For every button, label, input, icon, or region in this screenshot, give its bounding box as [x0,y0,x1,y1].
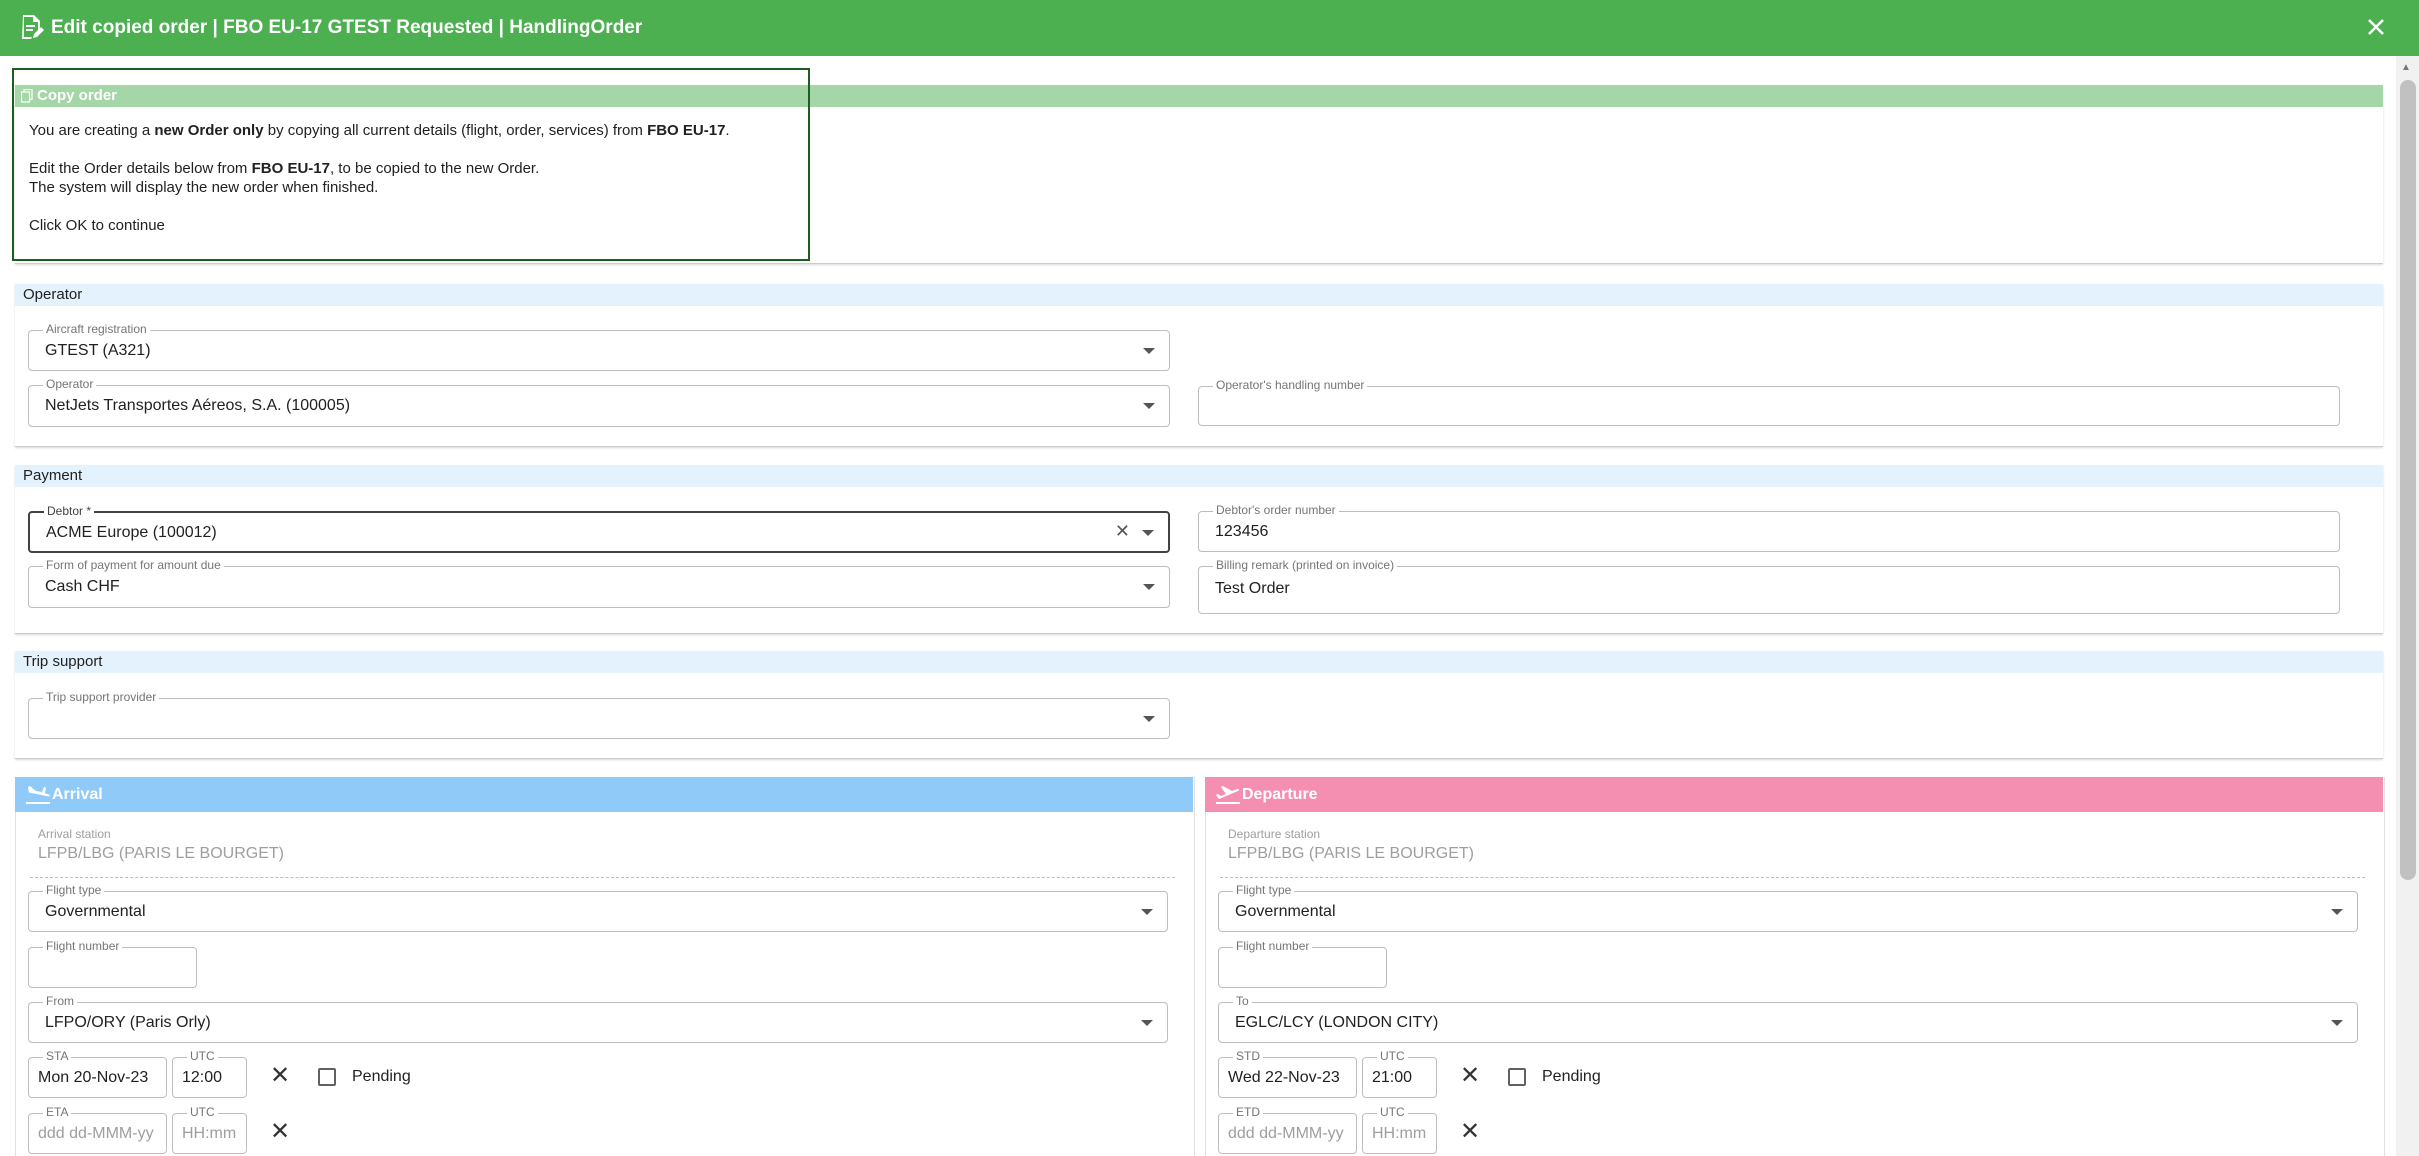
trip-support-heading: Trip support [15,651,2383,673]
departure-flight-number-input[interactable]: Flight number [1218,939,1387,988]
sta-date-input[interactable]: STA Mon 20-Nov-23 [28,1049,167,1098]
clear-std-icon[interactable]: ✕ [1460,1064,1480,1088]
chevron-down-icon[interactable] [2331,1020,2343,1026]
debtor-select[interactable]: Debtor * ACME Europe (100012) ✕ [28,504,1170,553]
arrival-station-field: Arrival station LFPB/LBG (PARIS LE BOURG… [30,827,1175,878]
departure-flight-type-select[interactable]: Flight type Governmental [1218,883,2358,932]
departure-band: Departure [1205,777,2383,812]
operator-heading: Operator [15,284,2383,306]
departure-to-select[interactable]: To EGLC/LCY (LONDON CITY) [1218,994,2358,1043]
operator-select[interactable]: Operator NetJets Transportes Aéreos, S.A… [28,377,1170,427]
clear-etd-icon[interactable]: ✕ [1460,1120,1480,1144]
arrival-flight-type-select[interactable]: Flight type Governmental [28,883,1168,932]
operator-handling-number-input[interactable]: Operator's handling number [1198,378,2340,426]
edit-document-icon [22,15,44,39]
highlight-frame [12,68,810,261]
chevron-down-icon[interactable] [1143,584,1155,590]
departure-pending-label: Pending [1542,1068,1601,1085]
eta-date-input[interactable]: ETA ddd dd-MMM-yy [28,1105,167,1154]
chevron-down-icon[interactable] [1141,909,1153,915]
flight-takeoff-icon [1216,786,1240,804]
close-icon[interactable] [2363,14,2389,40]
flight-land-icon [26,786,50,804]
payment-form-select[interactable]: Form of payment for amount due Cash CHF [28,558,1170,608]
clear-eta-icon[interactable]: ✕ [270,1120,290,1144]
debtor-order-number-input[interactable]: Debtor's order number 123456 [1198,503,2340,552]
dialog-title: Edit copied order | FBO EU-17 GTEST Requ… [51,17,643,38]
std-utc-input[interactable]: UTC 21:00 [1362,1049,1437,1098]
chevron-down-icon[interactable] [1143,403,1155,409]
arrival-pending-label: Pending [352,1068,411,1085]
chevron-down-icon[interactable] [1143,348,1155,354]
etd-utc-input[interactable]: UTC HH:mm [1362,1105,1437,1154]
trip-support-provider-select[interactable]: Trip support provider [28,690,1170,739]
departure-station-field: Departure station LFPB/LBG (PARIS LE BOU… [1220,827,2365,878]
scroll-up-arrow[interactable]: ▲ [2401,62,2411,73]
departure-heading: Departure [1242,786,1318,803]
aircraft-registration-select[interactable]: Aircraft registration GTEST (A321) [28,322,1170,371]
eta-utc-input[interactable]: UTC HH:mm [172,1105,247,1154]
clear-sta-icon[interactable]: ✕ [270,1064,290,1088]
chevron-down-icon[interactable] [1142,530,1154,536]
payment-heading: Payment [15,465,2383,487]
arrival-band: Arrival [15,777,1193,812]
arrival-flight-number-input[interactable]: Flight number [28,939,197,988]
sta-utc-input[interactable]: UTC 12:00 [172,1049,247,1098]
chevron-down-icon[interactable] [1141,1020,1153,1026]
chevron-down-icon[interactable] [1143,716,1155,722]
billing-remark-input[interactable]: Billing remark (printed on invoice) Test… [1198,558,2340,614]
departure-pending-checkbox[interactable] [1508,1068,1526,1086]
arrival-pending-checkbox[interactable] [318,1068,336,1086]
scrollbar-thumb[interactable] [2400,80,2416,880]
std-date-input[interactable]: STD Wed 22-Nov-23 [1218,1049,1357,1098]
arrival-from-select[interactable]: From LFPO/ORY (Paris Orly) [28,994,1168,1043]
arrival-heading: Arrival [52,786,103,803]
chevron-down-icon[interactable] [2331,909,2343,915]
dialog-header: Edit copied order | FBO EU-17 GTEST Requ… [0,0,2419,56]
etd-date-input[interactable]: ETD ddd dd-MMM-yy [1218,1105,1357,1154]
clear-icon[interactable]: ✕ [1115,521,1130,542]
